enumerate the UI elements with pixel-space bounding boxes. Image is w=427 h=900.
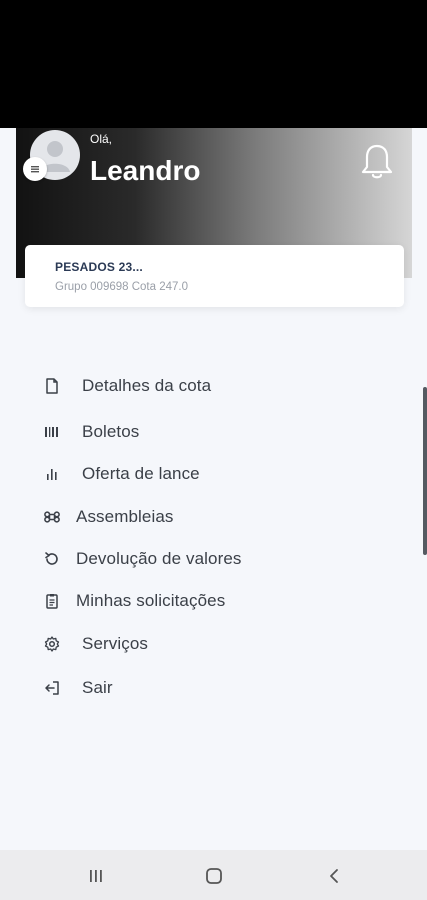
menu-item-oferta-de-lance[interactable]: Oferta de lance <box>40 459 200 489</box>
menu-item-detalhes-da-cota[interactable]: Detalhes da cota <box>40 371 211 401</box>
status-bar <box>0 0 427 128</box>
menu-item-label: Boletos <box>82 422 140 441</box>
menu-item-label: Oferta de lance <box>82 464 200 483</box>
back-button[interactable] <box>319 863 349 889</box>
menu-item-label: Assembleias <box>76 507 174 526</box>
quota-info: Grupo 009698 Cota 247.0 <box>55 281 188 293</box>
refund-icon <box>40 547 64 571</box>
recent-apps-icon <box>90 870 102 882</box>
menu-item-label: Minhas solicitações <box>76 591 226 610</box>
command-icon <box>40 505 64 529</box>
back-icon <box>330 869 338 883</box>
logout-icon <box>40 676 64 700</box>
home-button[interactable] <box>199 863 229 889</box>
menu-item-sair[interactable]: Sair <box>40 673 113 703</box>
menu-item-label: Serviços <box>82 634 148 653</box>
menu-item-label: Detalhes da cota <box>82 376 212 395</box>
recent-apps-button[interactable] <box>81 863 111 889</box>
menu-item-devolucao-de-valores[interactable]: Devolução de valores <box>40 544 241 574</box>
menu-item-assembleias[interactable]: Assembleias <box>40 502 173 532</box>
menu-item-servicos[interactable]: Serviços <box>40 629 148 659</box>
scrollbar[interactable] <box>423 387 427 555</box>
barcode-icon <box>40 420 64 444</box>
menu-item-label: Devolução de valores <box>76 549 242 568</box>
menu-item-boletos[interactable]: Boletos <box>40 417 139 447</box>
greeting-text: Olá, <box>90 132 113 146</box>
quota-title: PESADOS 23... <box>55 260 143 274</box>
bell-icon <box>361 144 393 179</box>
menu-item-minhas-solicitacoes[interactable]: Minhas solicitações <box>40 586 225 616</box>
menu-item-label: Sair <box>82 678 113 697</box>
menu-toggle-button[interactable] <box>23 157 47 181</box>
bar-chart-icon <box>40 462 64 486</box>
gear-icon <box>40 632 64 656</box>
hamburger-icon <box>31 166 39 173</box>
user-name: Leandro <box>90 155 201 186</box>
notification-button[interactable] <box>360 143 394 181</box>
quota-card[interactable]: PESADOS 23... Grupo 009698 Cota 247.0 <box>25 245 404 307</box>
clipboard-icon <box>40 589 64 613</box>
home-icon <box>206 868 222 884</box>
document-icon <box>40 374 64 398</box>
